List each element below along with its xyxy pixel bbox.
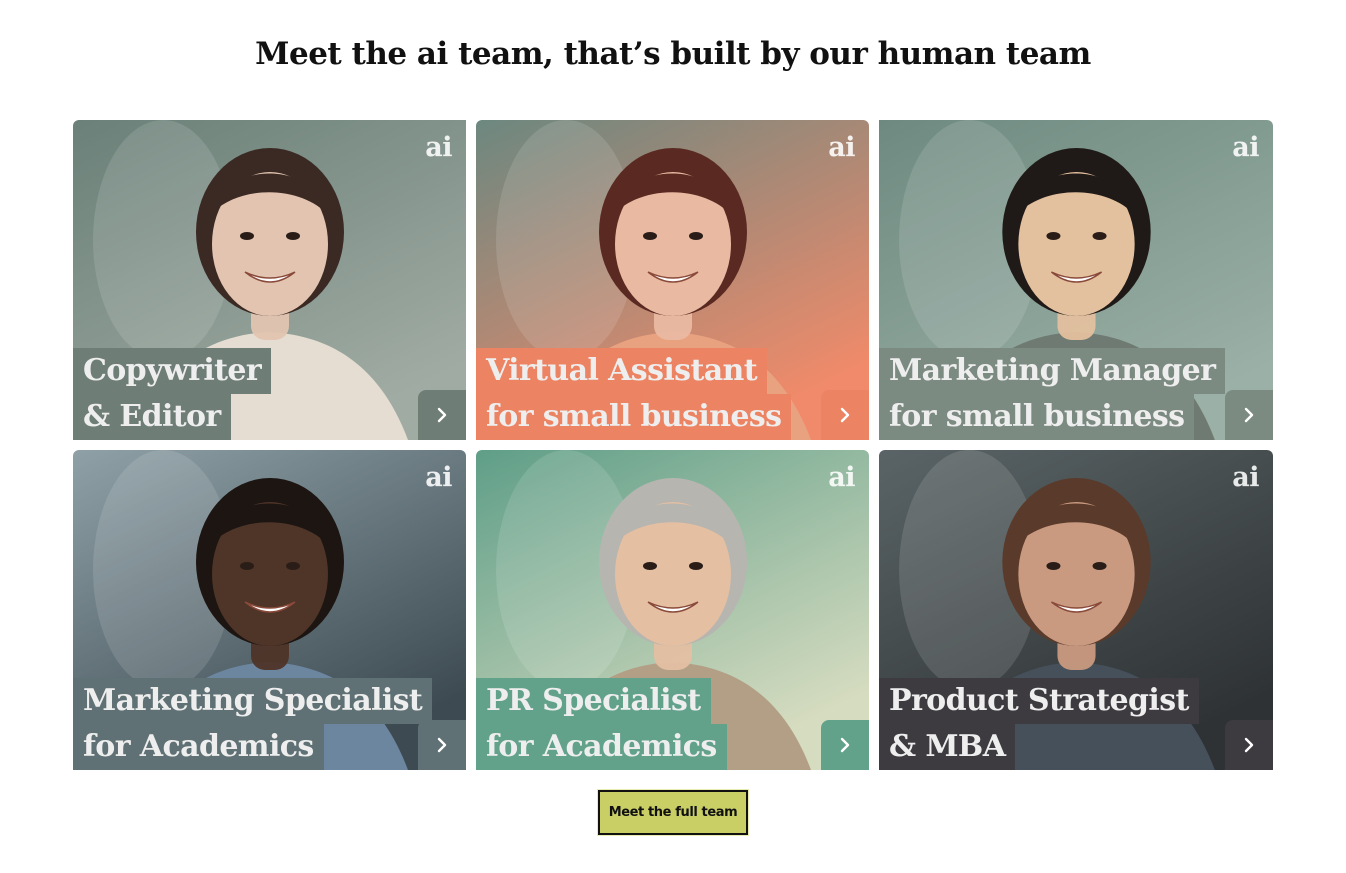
team-card-marketing-specialist[interactable]: ai Marketing Specialist for Academics [73, 450, 466, 770]
meet-full-team-button[interactable]: Meet the full team [598, 790, 748, 835]
card-title: Virtual Assistant for small business [476, 348, 792, 440]
card-title-line-2: for Academics [476, 724, 727, 770]
ai-badge: ai [425, 132, 452, 163]
section-heading: Meet the ai team, that’s built by our hu… [255, 36, 1091, 72]
chevron-right-icon[interactable] [1225, 390, 1273, 440]
ai-badge: ai [425, 462, 452, 493]
card-title-line-1: Copywriter [73, 348, 272, 394]
chevron-right-icon[interactable] [418, 390, 466, 440]
card-title-line-2: for small business [879, 394, 1195, 440]
card-title-line-2: & MBA [879, 724, 1016, 770]
card-title: Marketing Manager for small business [879, 348, 1226, 440]
ai-badge: ai [828, 462, 855, 493]
chevron-right-icon[interactable] [821, 390, 869, 440]
ai-badge: ai [828, 132, 855, 163]
card-title-line-1: Marketing Specialist [73, 678, 433, 724]
team-card-pr-specialist[interactable]: ai PR Specialist for Academics [476, 450, 869, 770]
chevron-right-icon[interactable] [821, 720, 869, 770]
ai-team-grid: ai Copywriter & Editor ai Virtual Assist… [73, 120, 1273, 770]
card-title: Product Strategist & MBA [879, 678, 1199, 770]
team-card-marketing-manager[interactable]: ai Marketing Manager for small business [879, 120, 1273, 440]
team-card-product-strategist[interactable]: ai Product Strategist & MBA [879, 450, 1273, 770]
chevron-right-icon[interactable] [418, 720, 466, 770]
team-card-virtual-assistant[interactable]: ai Virtual Assistant for small business [476, 120, 869, 440]
chevron-right-icon[interactable] [1225, 720, 1273, 770]
ai-badge: ai [1232, 462, 1259, 493]
team-card-copywriter[interactable]: ai Copywriter & Editor [73, 120, 466, 440]
card-title-line-1: PR Specialist [476, 678, 711, 724]
card-title-line-2: for small business [476, 394, 792, 440]
card-title: Marketing Specialist for Academics [73, 678, 433, 770]
card-title-line-1: Marketing Manager [879, 348, 1226, 394]
card-title-line-1: Virtual Assistant [476, 348, 768, 394]
ai-badge: ai [1232, 132, 1259, 163]
card-title-line-2: & Editor [73, 394, 231, 440]
card-title: Copywriter & Editor [73, 348, 272, 440]
card-title-line-1: Product Strategist [879, 678, 1199, 724]
card-title: PR Specialist for Academics [476, 678, 727, 770]
card-title-line-2: for Academics [73, 724, 324, 770]
